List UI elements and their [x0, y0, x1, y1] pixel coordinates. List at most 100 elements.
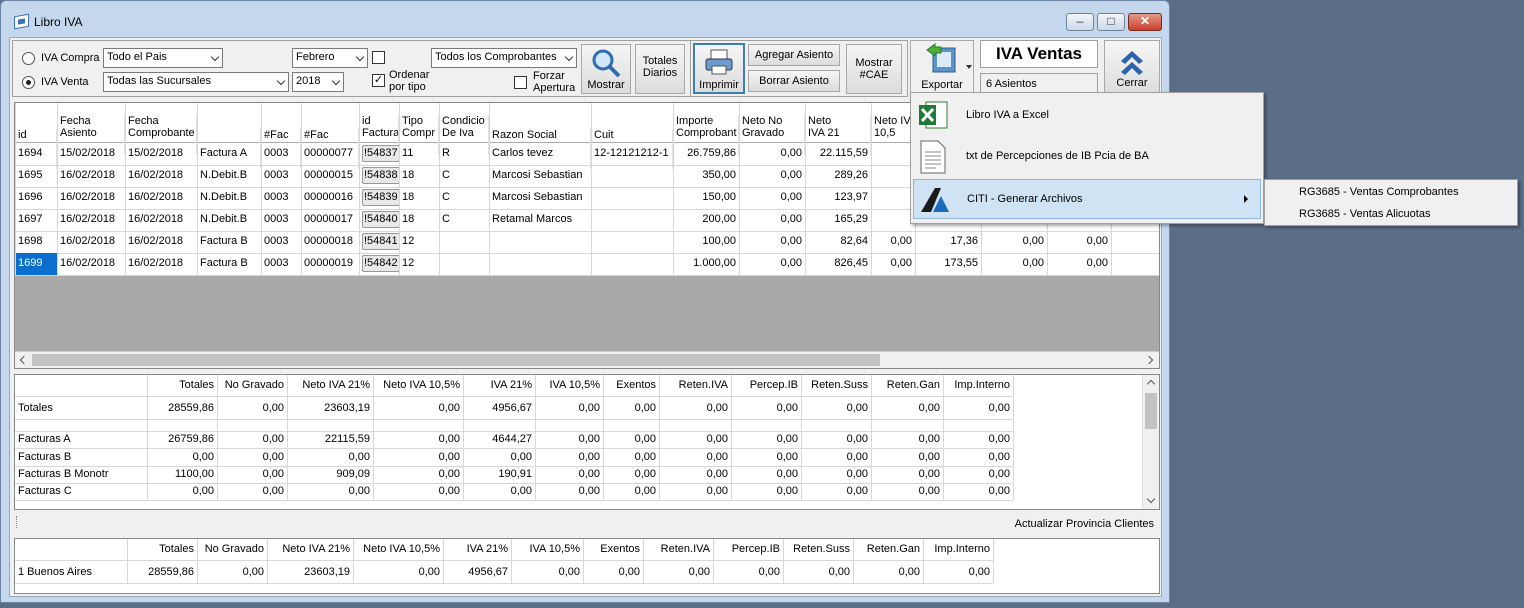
- table-cell[interactable]: 100,00: [673, 231, 739, 253]
- table-cell[interactable]: Factura B: [197, 253, 261, 275]
- table-cell[interactable]: [871, 187, 915, 209]
- table-cell[interactable]: 23603,19: [267, 561, 353, 583]
- maximize-button[interactable]: □: [1097, 13, 1125, 31]
- table-cell[interactable]: 0,00: [659, 397, 731, 419]
- table-cell[interactable]: 0,00: [197, 561, 267, 583]
- scroll-thumb[interactable]: [32, 354, 880, 366]
- table-cell[interactable]: N.Debit.B: [197, 165, 261, 187]
- comprobantes-combo[interactable]: Todos los Comprobantes: [431, 48, 577, 68]
- table-cell[interactable]: 0003: [261, 143, 301, 165]
- table-cell[interactable]: 16/02/2018: [57, 231, 125, 253]
- table-cell[interactable]: 0,00: [217, 449, 287, 466]
- table-cell[interactable]: 0,00: [287, 449, 373, 466]
- table-cell[interactable]: 17,36: [915, 231, 981, 253]
- table-cell[interactable]: 0003: [261, 231, 301, 253]
- table-cell[interactable]: 0,00: [373, 449, 463, 466]
- table-cell[interactable]: 0,00: [147, 449, 217, 466]
- horizontal-scrollbar[interactable]: [15, 351, 1159, 368]
- table-cell[interactable]: 16/02/2018: [57, 253, 125, 275]
- table-cell[interactable]: 00000019: [301, 253, 359, 275]
- sucursales-combo[interactable]: Todas las Sucursales: [103, 72, 289, 92]
- table-cell[interactable]: 0,00: [739, 165, 805, 187]
- close-window-button[interactable]: ✕: [1128, 13, 1162, 31]
- table-cell[interactable]: 16/02/2018: [57, 187, 125, 209]
- column-header[interactable]: [15, 539, 127, 561]
- scroll-right-icon[interactable]: [1144, 355, 1154, 365]
- table-cell[interactable]: !54838: [359, 165, 399, 187]
- column-header[interactable]: Neto IVA 10,5%: [353, 539, 443, 561]
- table-cell[interactable]: 0,00: [603, 466, 659, 483]
- table-cell[interactable]: 0,00: [535, 449, 603, 466]
- table-cell[interactable]: 0,00: [583, 561, 643, 583]
- table-cell[interactable]: 15/02/2018: [125, 143, 197, 165]
- table-cell[interactable]: 0,00: [739, 253, 805, 275]
- table-cell[interactable]: [591, 231, 673, 253]
- table-cell[interactable]: 0,00: [871, 397, 943, 419]
- table-cell[interactable]: 1694: [15, 143, 57, 165]
- table-cell[interactable]: 0,00: [739, 143, 805, 165]
- column-header[interactable]: Totales: [147, 375, 217, 397]
- table-cell[interactable]: 0,00: [1047, 253, 1111, 275]
- table-cell[interactable]: 123,97: [805, 187, 871, 209]
- table-cell[interactable]: 0,00: [463, 449, 535, 466]
- table-cell[interactable]: 0003: [261, 165, 301, 187]
- column-header[interactable]: Totales: [127, 539, 197, 561]
- column-header[interactable]: Reten.Gan: [871, 375, 943, 397]
- table-cell[interactable]: [871, 420, 943, 431]
- table-cell[interactable]: 4956,67: [443, 561, 511, 583]
- table-cell[interactable]: 0,00: [603, 431, 659, 448]
- mostrar-cae-button[interactable]: Mostrar #CAE: [846, 44, 902, 94]
- iva-venta-radio[interactable]: [22, 76, 35, 89]
- table-cell[interactable]: 0,00: [739, 187, 805, 209]
- table-cell[interactable]: 1.000,00: [673, 253, 739, 275]
- table-cell[interactable]: 82,64: [805, 231, 871, 253]
- table-cell[interactable]: 1697: [15, 209, 57, 231]
- ordenar-checkbox[interactable]: ✓: [372, 74, 385, 87]
- table-cell[interactable]: 0,00: [943, 449, 1013, 466]
- table-cell[interactable]: 0,00: [659, 483, 731, 500]
- column-header[interactable]: Imp.Interno: [943, 375, 1013, 397]
- table-cell[interactable]: 0,00: [739, 209, 805, 231]
- table-cell[interactable]: C: [439, 209, 489, 231]
- table-cell[interactable]: 0,00: [801, 449, 871, 466]
- table-cell[interactable]: 18: [399, 209, 439, 231]
- unlabeled-checkbox[interactable]: [372, 51, 385, 64]
- minimize-button[interactable]: –: [1066, 13, 1094, 31]
- column-header[interactable]: IVA 10,5%: [535, 375, 603, 397]
- table-cell[interactable]: 0,00: [659, 466, 731, 483]
- column-header[interactable]: IVA 10,5%: [511, 539, 583, 561]
- table-cell[interactable]: 1 Buenos Aires: [15, 561, 127, 583]
- table-cell[interactable]: 16/02/2018: [125, 165, 197, 187]
- table-cell[interactable]: [801, 420, 871, 431]
- table-cell[interactable]: 0,00: [783, 561, 853, 583]
- table-cell[interactable]: 0003: [261, 209, 301, 231]
- table-cell[interactable]: 0,00: [659, 449, 731, 466]
- table-cell[interactable]: 0,00: [981, 231, 1047, 253]
- table-cell[interactable]: 0,00: [511, 561, 583, 583]
- table-cell[interactable]: 22.115,59: [805, 143, 871, 165]
- table-cell[interactable]: [603, 420, 659, 431]
- table-cell[interactable]: [535, 420, 603, 431]
- table-cell[interactable]: 28559,86: [147, 397, 217, 419]
- pais-combo[interactable]: Todo el Pais: [103, 48, 223, 68]
- table-cell[interactable]: 15/02/2018: [57, 143, 125, 165]
- imprimir-button[interactable]: Imprimir: [693, 43, 745, 94]
- table-cell[interactable]: Totales: [15, 397, 147, 419]
- column-header[interactable]: IVA 21%: [443, 539, 511, 561]
- table-cell[interactable]: Facturas B: [15, 449, 147, 466]
- table-cell[interactable]: 0,00: [801, 483, 871, 500]
- table-cell[interactable]: 16/02/2018: [125, 209, 197, 231]
- table-cell[interactable]: 0003: [261, 187, 301, 209]
- table-cell[interactable]: [943, 420, 1013, 431]
- table-cell[interactable]: [489, 231, 591, 253]
- menu-item-ventas-comprobantes[interactable]: RG3685 - Ventas Comprobantes: [1299, 182, 1459, 202]
- table-cell[interactable]: 00000017: [301, 209, 359, 231]
- table-cell[interactable]: 1696: [15, 187, 57, 209]
- cerrar-button[interactable]: Cerrar: [1104, 40, 1160, 97]
- table-cell[interactable]: 0,00: [731, 397, 801, 419]
- table-cell[interactable]: [489, 253, 591, 275]
- column-header[interactable]: Reten.IVA: [643, 539, 713, 561]
- table-cell[interactable]: Factura B: [197, 231, 261, 253]
- table-cell[interactable]: Facturas A: [15, 431, 147, 448]
- table-cell[interactable]: 0,00: [217, 431, 287, 448]
